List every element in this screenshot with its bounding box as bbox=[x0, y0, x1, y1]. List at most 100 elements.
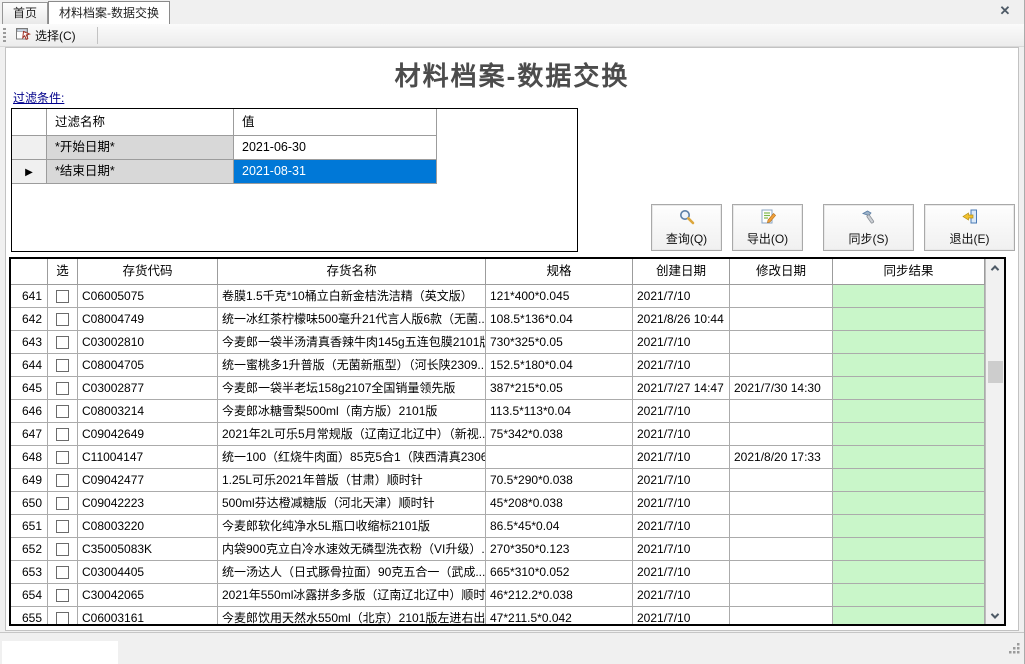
cell-sync-result bbox=[833, 469, 985, 492]
cell-select bbox=[48, 354, 78, 377]
resize-grip-icon[interactable] bbox=[1007, 641, 1021, 660]
scrollbar-thumb[interactable] bbox=[988, 361, 1003, 383]
toolbar-drag-handle[interactable] bbox=[3, 28, 6, 43]
cell-select bbox=[48, 308, 78, 331]
row-checkbox[interactable] bbox=[56, 589, 69, 602]
table-row[interactable]: 647 C09042649 2021年2L可乐5月常规版（辽南辽北辽中）（新视.… bbox=[11, 423, 985, 446]
cell-modified-date bbox=[730, 469, 833, 492]
row-checkbox[interactable] bbox=[56, 428, 69, 441]
table-row[interactable]: 648 C11004147 统一100（红烧牛肉面）85克5合1（陕西清真230… bbox=[11, 446, 985, 469]
tab-home[interactable]: 首页 bbox=[2, 2, 48, 24]
cell-modified-date: 2021/8/20 17:33 bbox=[730, 446, 833, 469]
cell-modified-date bbox=[730, 354, 833, 377]
cell-modified-date bbox=[730, 400, 833, 423]
query-button[interactable]: 查询(Q) bbox=[651, 204, 722, 251]
select-button[interactable]: 选择(C) bbox=[10, 25, 81, 45]
cell-created-date: 2021/7/10 bbox=[633, 538, 730, 561]
cell-sync-result bbox=[833, 584, 985, 607]
cell-inventory-code: C11004147 bbox=[78, 446, 218, 469]
tab-material-data-exchange[interactable]: 材料档案-数据交换 bbox=[48, 1, 170, 24]
table-row[interactable]: 645 C03002877 今麦郎一袋半老坛158g2107全国销量领先版 38… bbox=[11, 377, 985, 400]
cell-select bbox=[48, 515, 78, 538]
sync-button[interactable]: 同步(S) bbox=[823, 204, 914, 251]
cell-row-number: 647 bbox=[11, 423, 48, 446]
cell-sync-result bbox=[833, 561, 985, 584]
scroll-up-icon[interactable] bbox=[986, 259, 1004, 276]
table-row[interactable]: 641 C06005075 卷膜1.5千克*10桶立白新金桔洗洁精（英文版） 1… bbox=[11, 285, 985, 308]
query-button-label: 查询(Q) bbox=[666, 230, 707, 247]
scroll-down-icon[interactable] bbox=[986, 607, 1004, 624]
cell-select bbox=[48, 492, 78, 515]
row-checkbox[interactable] bbox=[56, 497, 69, 510]
header-modified-date[interactable]: 修改日期 bbox=[730, 259, 833, 285]
cell-inventory-code: C08004705 bbox=[78, 354, 218, 377]
cell-spec bbox=[486, 446, 633, 469]
header-created-date[interactable]: 创建日期 bbox=[633, 259, 730, 285]
row-checkbox[interactable] bbox=[56, 566, 69, 579]
cell-created-date: 2021/7/10 bbox=[633, 446, 730, 469]
cell-row-number: 653 bbox=[11, 561, 48, 584]
cell-inventory-name: 今麦郎冰糖雪梨500ml（南方版）2101版 bbox=[218, 400, 486, 423]
cell-inventory-name: 统一冰红茶柠檬味500毫升21代言人版6款（无菌... bbox=[218, 308, 486, 331]
row-checkbox[interactable] bbox=[56, 543, 69, 556]
cell-modified-date bbox=[730, 515, 833, 538]
cell-inventory-code: C06005075 bbox=[78, 285, 218, 308]
row-checkbox[interactable] bbox=[56, 474, 69, 487]
vertical-scrollbar[interactable] bbox=[985, 259, 1004, 624]
cell-modified-date: 2021/7/30 14:30 bbox=[730, 377, 833, 400]
close-icon[interactable]: ✕ bbox=[997, 3, 1013, 19]
tab-bar: 首页 材料档案-数据交换 ✕ bbox=[0, 0, 1025, 24]
filter-value-cell-selected[interactable]: 2021-08-31 bbox=[234, 160, 437, 184]
cell-row-number: 643 bbox=[11, 331, 48, 354]
cell-row-number: 642 bbox=[11, 308, 48, 331]
header-sync-result[interactable]: 同步结果 bbox=[833, 259, 985, 285]
cell-row-number: 644 bbox=[11, 354, 48, 377]
cell-select bbox=[48, 584, 78, 607]
cell-spec: 45*208*0.038 bbox=[486, 492, 633, 515]
header-inventory-code[interactable]: 存货代码 bbox=[78, 259, 218, 285]
filter-row-end-date[interactable]: ▶ *结束日期* 2021-08-31 bbox=[12, 160, 437, 184]
header-inventory-name[interactable]: 存货名称 bbox=[218, 259, 486, 285]
row-checkbox[interactable] bbox=[56, 451, 69, 464]
table-row[interactable]: 650 C09042223 500ml芬达橙减糖版（河北天津）顺时针 45*20… bbox=[11, 492, 985, 515]
row-checkbox[interactable] bbox=[56, 405, 69, 418]
table-row[interactable]: 653 C03004405 统一汤达人（日式豚骨拉面）90克五合一（武成... … bbox=[11, 561, 985, 584]
exit-button[interactable]: 退出(E) bbox=[924, 204, 1015, 251]
row-checkbox[interactable] bbox=[56, 382, 69, 395]
row-checkbox[interactable] bbox=[56, 336, 69, 349]
table-row[interactable]: 649 C09042477 1.25L可乐2021年普版（甘肃）顺时针 70.5… bbox=[11, 469, 985, 492]
row-checkbox[interactable] bbox=[56, 359, 69, 372]
cell-inventory-code: C09042223 bbox=[78, 492, 218, 515]
header-spec[interactable]: 规格 bbox=[486, 259, 633, 285]
table-row[interactable]: 652 C35005083K 内袋900克立白冷水速效无磷型洗衣粉（VI升级）.… bbox=[11, 538, 985, 561]
cell-created-date: 2021/8/26 10:44 bbox=[633, 308, 730, 331]
cell-sync-result bbox=[833, 515, 985, 538]
table-row[interactable]: 646 C08003214 今麦郎冰糖雪梨500ml（南方版）2101版 113… bbox=[11, 400, 985, 423]
cell-created-date: 2021/7/10 bbox=[633, 607, 730, 624]
table-row[interactable]: 644 C08004705 统一蜜桃多1升普版（无菌新瓶型）（河长陕2309..… bbox=[11, 354, 985, 377]
cell-row-number: 654 bbox=[11, 584, 48, 607]
cell-spec: 387*215*0.05 bbox=[486, 377, 633, 400]
sync-button-label: 同步(S) bbox=[849, 230, 889, 247]
cell-select bbox=[48, 400, 78, 423]
export-button[interactable]: 导出(O) bbox=[732, 204, 803, 251]
table-row[interactable]: 643 C03002810 今麦郎一袋半汤清真香辣牛肉145g五连包膜2101版… bbox=[11, 331, 985, 354]
filter-row-start-date[interactable]: *开始日期* 2021-06-30 bbox=[12, 136, 437, 160]
header-select[interactable]: 选 bbox=[48, 259, 78, 285]
row-checkbox[interactable] bbox=[56, 520, 69, 533]
cell-sync-result bbox=[833, 423, 985, 446]
table-row[interactable]: 651 C08003220 今麦郎软化纯净水5L瓶口收缩标2101版 86.5*… bbox=[11, 515, 985, 538]
table-row[interactable]: 654 C30042065 2021年550ml冰露拼多多版（辽南辽北辽中）顺时… bbox=[11, 584, 985, 607]
table-row[interactable]: 655 C06003161 今麦郎饮用天然水550ml（北京）2101版左进右出… bbox=[11, 607, 985, 624]
cell-created-date: 2021/7/10 bbox=[633, 515, 730, 538]
cell-spec: 46*212.2*0.038 bbox=[486, 584, 633, 607]
row-checkbox[interactable] bbox=[56, 313, 69, 326]
row-checkbox[interactable] bbox=[56, 290, 69, 303]
cell-inventory-name: 统一蜜桃多1升普版（无菌新瓶型）（河长陕2309... bbox=[218, 354, 486, 377]
cell-sync-result bbox=[833, 354, 985, 377]
cell-created-date: 2021/7/10 bbox=[633, 469, 730, 492]
filter-value-cell[interactable]: 2021-06-30 bbox=[234, 136, 437, 160]
table-row[interactable]: 642 C08004749 统一冰红茶柠檬味500毫升21代言人版6款（无菌..… bbox=[11, 308, 985, 331]
cell-sync-result bbox=[833, 607, 985, 624]
row-checkbox[interactable] bbox=[56, 612, 69, 625]
